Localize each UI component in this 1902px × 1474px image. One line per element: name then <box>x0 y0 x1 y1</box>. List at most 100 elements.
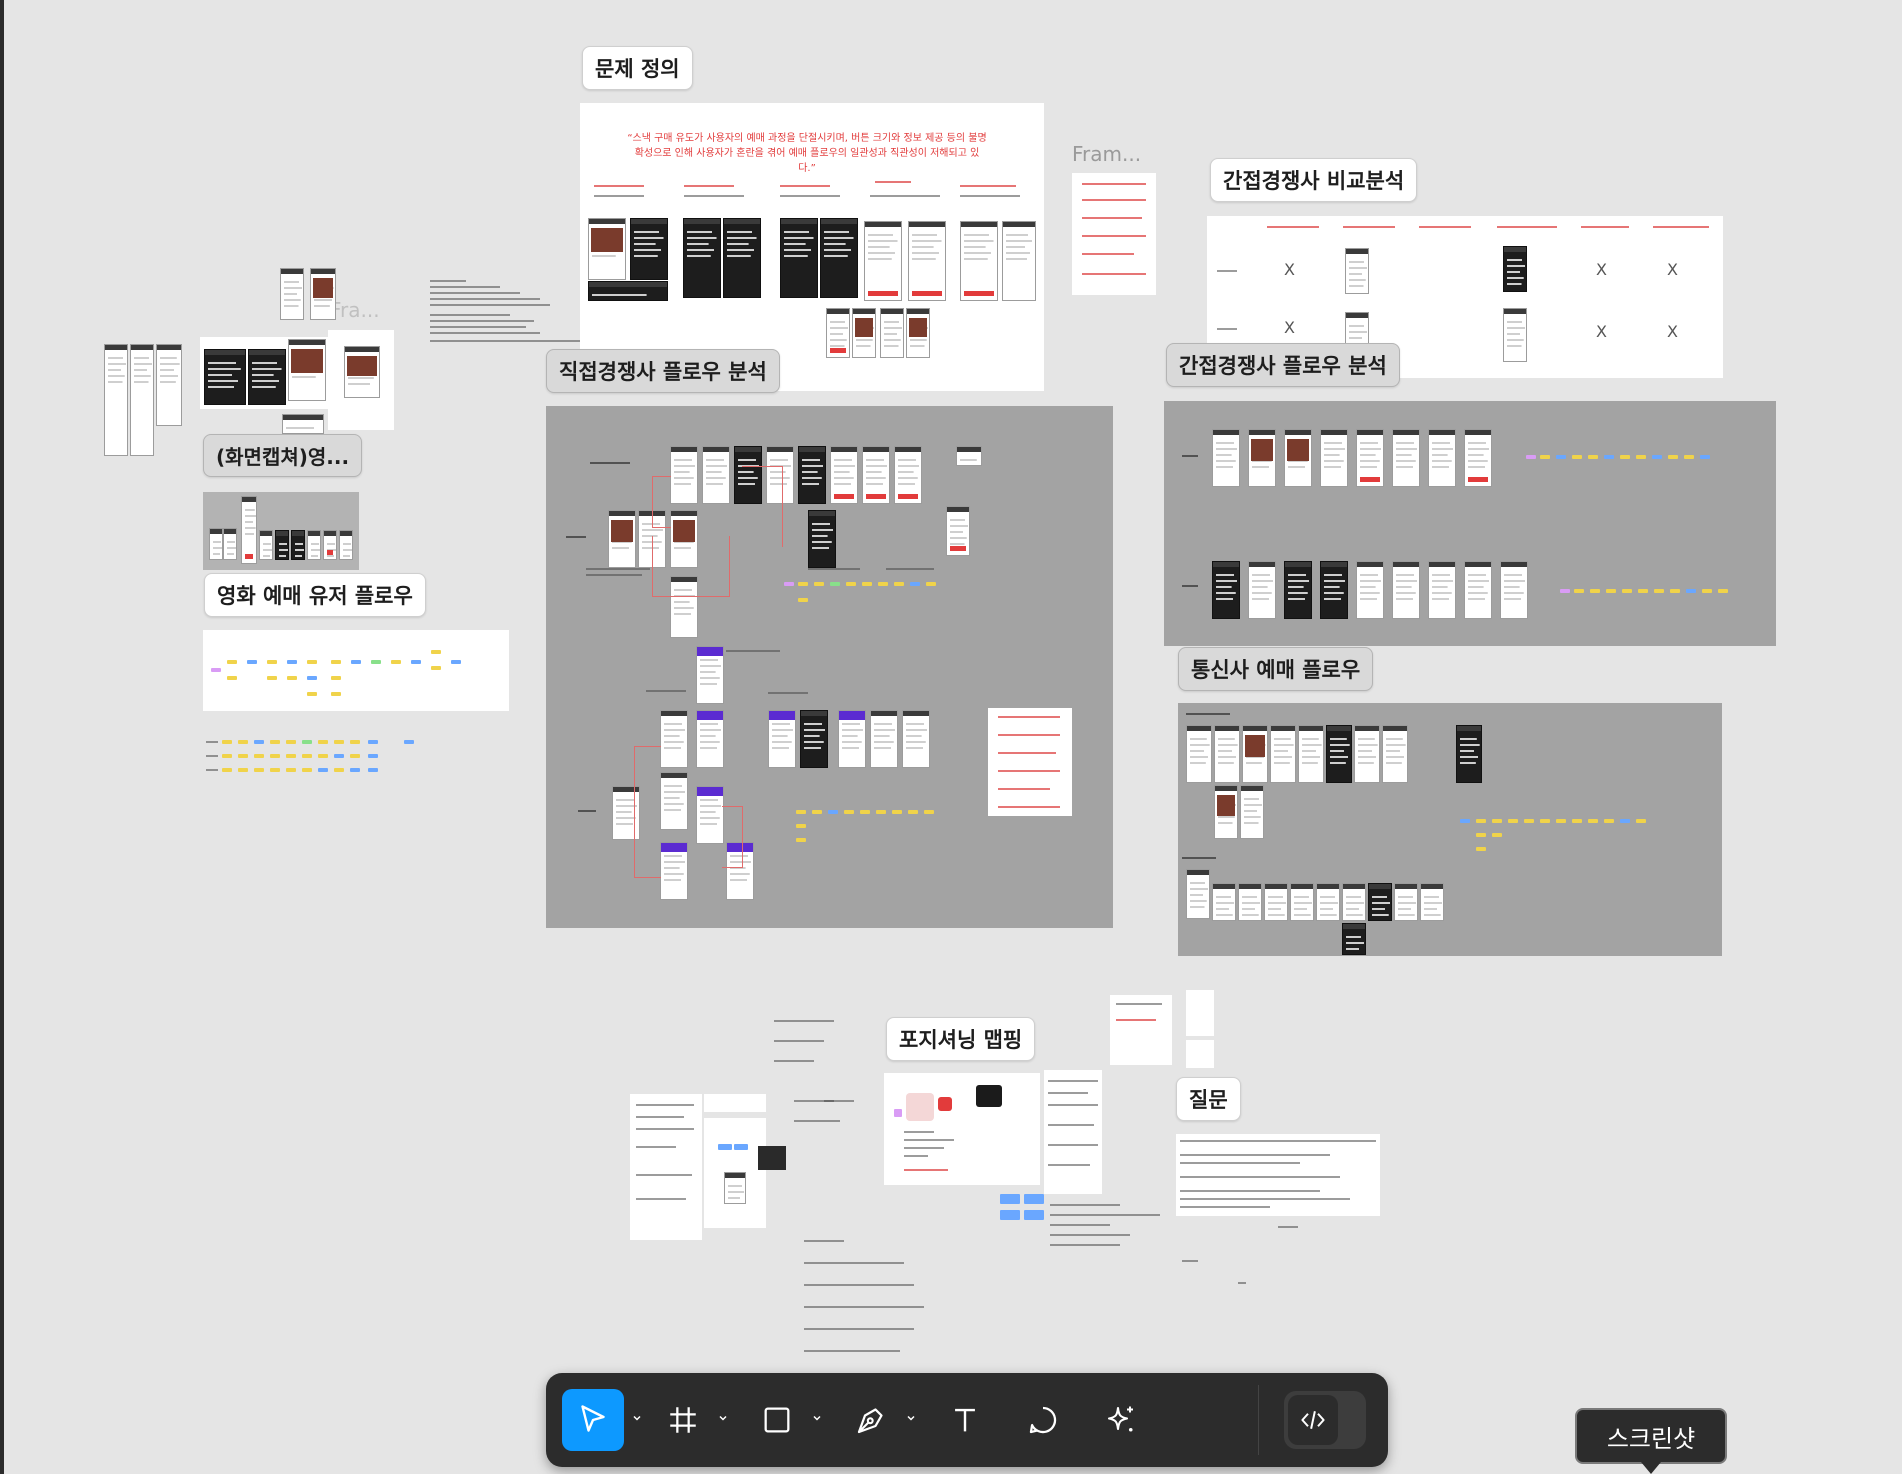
flow-sticky[interactable] <box>796 824 806 828</box>
screen-thumbnail[interactable] <box>660 772 688 830</box>
flow-sticky[interactable] <box>1718 589 1728 593</box>
flow-sticky[interactable] <box>331 692 341 696</box>
screen-thumbnail[interactable] <box>1345 248 1369 294</box>
screen-thumbnail[interactable] <box>204 349 246 405</box>
screen-thumbnail[interactable] <box>696 646 724 704</box>
screen-thumbnail[interactable] <box>1392 429 1420 487</box>
captured-screens-frame[interactable] <box>328 330 394 430</box>
flow-sticky[interactable] <box>876 810 886 814</box>
flow-sticky[interactable] <box>411 660 421 664</box>
screen-thumbnail[interactable] <box>1326 725 1352 783</box>
flow-sticky[interactable] <box>227 676 237 680</box>
screen-thumbnail[interactable] <box>1290 883 1314 921</box>
screen-thumbnail[interactable] <box>724 1172 746 1204</box>
flow-sticky[interactable] <box>247 660 257 664</box>
screen-thumbnail[interactable] <box>1212 561 1240 619</box>
flow-sticky[interactable] <box>1702 589 1712 593</box>
screen-thumbnail[interactable] <box>1392 561 1420 619</box>
flow-sticky[interactable] <box>1684 455 1694 459</box>
flow-sticky[interactable] <box>404 740 414 744</box>
flow-sticky[interactable] <box>254 768 264 772</box>
screen-thumbnail[interactable] <box>1342 883 1366 921</box>
screen-thumbnail[interactable] <box>906 308 930 358</box>
move-tool-button[interactable] <box>562 1389 624 1451</box>
flow-sticky[interactable] <box>270 754 280 758</box>
screen-thumbnail[interactable] <box>1298 725 1324 783</box>
flow-sticky[interactable] <box>222 740 232 744</box>
screen-thumbnail[interactable] <box>1284 429 1312 487</box>
flow-sticky[interactable] <box>860 810 870 814</box>
flow-sticky[interactable] <box>331 660 341 664</box>
flow-sticky[interactable] <box>1492 819 1502 823</box>
text-tool-button[interactable] <box>934 1389 996 1451</box>
flow-sticky[interactable] <box>1668 455 1678 459</box>
flow-sticky[interactable] <box>1476 847 1486 851</box>
screen-thumbnail[interactable] <box>1320 561 1348 619</box>
flow-sticky[interactable] <box>307 692 317 696</box>
flow-sticky[interactable] <box>222 768 232 772</box>
screen-thumbnail[interactable] <box>280 268 304 320</box>
direct-flow-frame[interactable] <box>546 406 1113 928</box>
flow-sticky[interactable] <box>1620 819 1630 823</box>
flow-sticky[interactable] <box>307 660 317 664</box>
flow-sticky[interactable] <box>894 582 904 586</box>
flow-sticky[interactable] <box>307 676 317 680</box>
screen-thumbnail[interactable] <box>960 221 998 301</box>
screen-thumbnail[interactable] <box>808 510 836 568</box>
flow-sticky[interactable] <box>286 768 296 772</box>
screen-thumbnail[interactable] <box>1368 883 1392 921</box>
flow-sticky[interactable] <box>924 810 934 814</box>
flow-sticky[interactable] <box>1636 455 1646 459</box>
flow-sticky[interactable] <box>334 768 344 772</box>
screen-thumbnail[interactable] <box>902 710 930 768</box>
captured-screens-frame[interactable] <box>200 337 328 409</box>
screen-thumbnail[interactable] <box>588 218 626 280</box>
flow-sticky[interactable] <box>1476 833 1486 837</box>
flow-sticky[interactable] <box>227 660 237 664</box>
screen-thumbnail[interactable] <box>1214 785 1238 839</box>
flow-sticky[interactable] <box>287 660 297 664</box>
screen-thumbnail[interactable] <box>1503 246 1527 292</box>
flow-sticky[interactable] <box>331 676 341 680</box>
screen-thumbnail[interactable] <box>683 218 721 298</box>
screen-thumbnail[interactable] <box>660 710 688 768</box>
screen-thumbnail[interactable] <box>1238 883 1262 921</box>
screen-thumbnail[interactable] <box>130 344 154 456</box>
frame-tool-menu-caret[interactable] <box>716 1411 730 1425</box>
flow-sticky[interactable] <box>254 754 264 758</box>
section-label-screen-capture[interactable]: (화면캡쳐)영... <box>203 434 363 477</box>
screen-thumbnail[interactable] <box>1284 561 1312 619</box>
screen-thumbnail[interactable] <box>1214 725 1240 783</box>
screen-thumbnail[interactable] <box>956 446 982 466</box>
flow-sticky[interactable] <box>892 810 902 814</box>
flow-sticky[interactable] <box>1588 455 1598 459</box>
screen-thumbnail[interactable] <box>870 710 898 768</box>
screen-thumbnail[interactable] <box>800 710 828 768</box>
screen-thumbnail[interactable] <box>670 446 698 504</box>
flow-sticky[interactable] <box>1508 819 1518 823</box>
screen-thumbnail[interactable] <box>768 710 796 768</box>
flow-sticky[interactable] <box>1638 589 1648 593</box>
flow-sticky[interactable] <box>1560 589 1570 593</box>
research-doc-frame[interactable] <box>630 1094 702 1240</box>
dark-card[interactable] <box>758 1146 786 1170</box>
flow-sticky[interactable] <box>1540 455 1550 459</box>
flow-sticky[interactable] <box>796 838 806 842</box>
screen-thumbnail[interactable] <box>156 344 182 426</box>
screen-thumbnail[interactable] <box>1382 725 1408 783</box>
flow-sticky[interactable] <box>391 660 401 664</box>
screen-thumbnail[interactable] <box>1356 561 1384 619</box>
questions-frame[interactable] <box>1176 1134 1380 1216</box>
flow-sticky[interactable] <box>798 598 808 602</box>
screen-thumbnail[interactable] <box>1356 429 1384 487</box>
flow-sticky[interactable] <box>1604 819 1614 823</box>
flow-sticky[interactable] <box>862 582 872 586</box>
screen-thumbnail[interactable] <box>608 510 636 568</box>
screen-thumbnail[interactable] <box>696 710 724 768</box>
screen-thumbnail[interactable] <box>209 528 223 560</box>
pen-tool-button[interactable] <box>840 1389 902 1451</box>
screen-thumbnail[interactable] <box>1242 725 1268 783</box>
screen-thumbnail[interactable] <box>1428 561 1456 619</box>
screen-thumbnail[interactable] <box>1500 561 1528 619</box>
screen-capture-frame[interactable] <box>203 492 359 570</box>
